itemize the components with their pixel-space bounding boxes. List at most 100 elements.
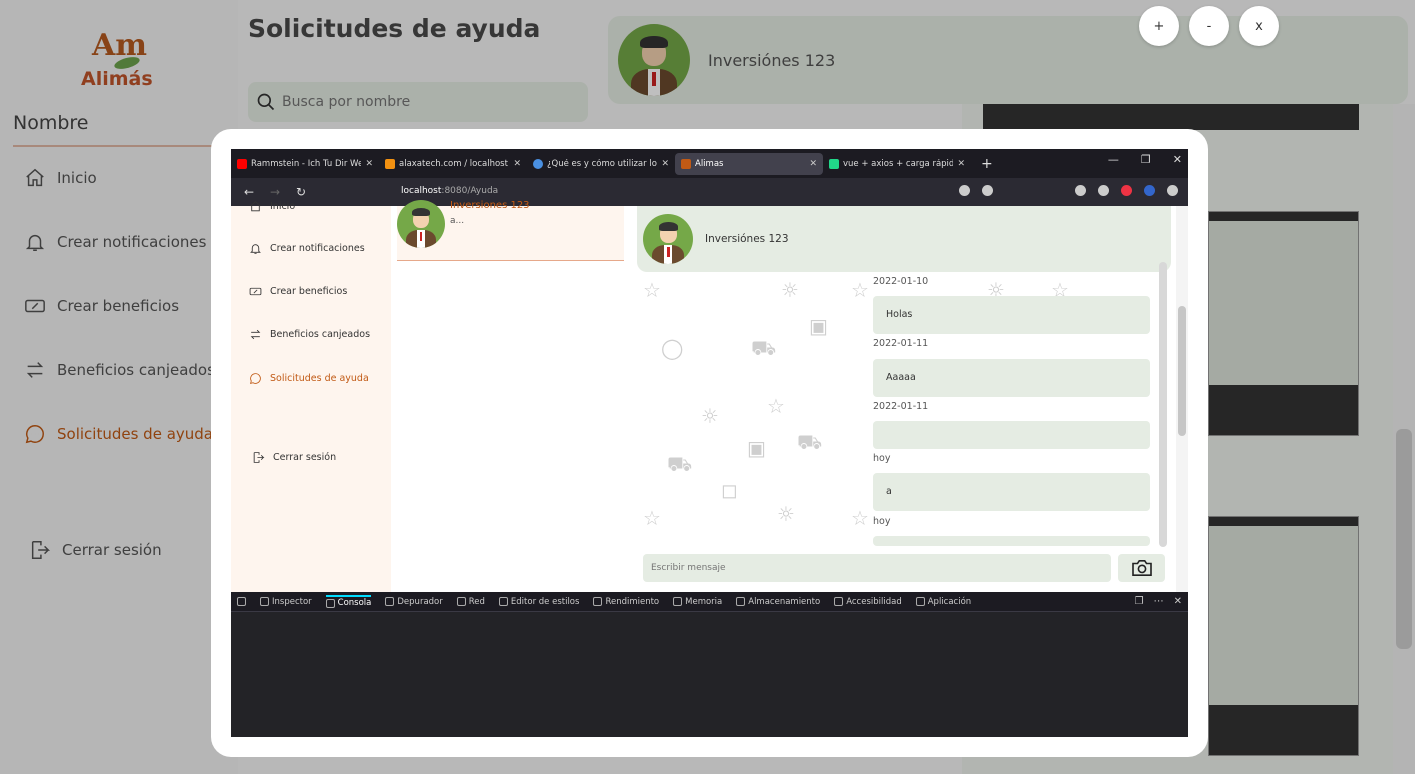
devtools-tab-accesibilidad[interactable]: Accesibilidad: [834, 597, 902, 607]
home-icon: [250, 201, 261, 212]
message-bubble: [873, 536, 1150, 546]
window-controls: — ❐ ✕: [1108, 153, 1182, 166]
debugger-icon: [385, 597, 395, 606]
translator-icon[interactable]: [1144, 185, 1155, 196]
zoom-out-button[interactable]: -: [1189, 6, 1229, 46]
close-icon[interactable]: ✕: [809, 159, 817, 169]
devtools-tab-consola[interactable]: Consola: [325, 595, 372, 608]
message-date: hoy: [873, 516, 891, 527]
devtools-tab-depurador[interactable]: Depurador: [385, 597, 443, 607]
phpmyadmin-icon: [385, 158, 395, 169]
more-icon[interactable]: ⋯: [1154, 596, 1164, 607]
address-bar[interactable]: localhost:8080/Ayuda: [401, 186, 498, 196]
devtools-tab-aplicacion[interactable]: Aplicación: [915, 597, 971, 607]
truck-icon: ⛟: [797, 430, 823, 454]
pycharm-icon: [829, 158, 839, 169]
devtools-tab-almacenamiento[interactable]: Almacenamiento: [736, 597, 820, 607]
message-date: hoy: [873, 453, 891, 464]
coupon-icon: [249, 287, 262, 296]
browser-tab[interactable]: alaxatech.com / localhost / ala✕: [379, 153, 527, 175]
inner-chat-area: ☆ ☼ ☆ ☼ ☆ ◯ ⛟ ▣ ☆ ☼ ▣ ⛟ ⛟ ◻ ☆ ☼ ☆ Invers…: [637, 206, 1171, 592]
avatar: [397, 200, 445, 248]
image-viewer-modal: Rammstein - Ich Tu Dir Weh (O✕ alaxatech…: [211, 129, 1208, 757]
inner-chat-contact-name: Inversiónes 123: [705, 233, 789, 245]
accessibility-icon: [834, 597, 844, 606]
camera-button[interactable]: [1118, 554, 1165, 582]
chat-bubble-icon: ◯: [661, 336, 684, 360]
new-tab-button[interactable]: +: [981, 156, 993, 172]
camera-icon: [1131, 559, 1152, 577]
pocket-icon[interactable]: [1075, 185, 1086, 196]
devtools-tab-inspector[interactable]: Inspector: [260, 597, 312, 607]
memory-icon: [673, 597, 683, 606]
cart-icon: ⛟: [751, 336, 777, 360]
gift-icon: ▣: [747, 436, 766, 460]
contact-preview: a...: [450, 216, 465, 226]
contact-name: Inversiones 123: [450, 200, 530, 211]
browser-tab-active[interactable]: Alimas ✕: [675, 152, 823, 175]
devtools-panel: Inspector Consola Depurador Red Editor d…: [231, 592, 1188, 737]
message-date: 2022-01-11: [873, 401, 929, 412]
network-icon: [456, 597, 466, 606]
contact-list-item[interactable]: Inversiones 123 a...: [397, 200, 624, 261]
close-devtools-icon[interactable]: ✕: [1174, 596, 1182, 607]
inspector-icon: [260, 597, 269, 606]
star-icon: ☆: [851, 278, 869, 302]
close-window-icon[interactable]: ✕: [1173, 153, 1182, 166]
back-icon[interactable]: ←: [241, 185, 257, 199]
devtools-tab-red[interactable]: Red: [456, 597, 485, 607]
close-icon[interactable]: ✕: [957, 159, 965, 169]
inner-page-scrollbar[interactable]: [1176, 206, 1188, 592]
gift-icon: ▣: [809, 314, 828, 338]
inner-nav-inicio[interactable]: Inicio: [249, 200, 295, 213]
inner-nav-crear-notificaciones[interactable]: Crear notificaciones: [249, 242, 365, 255]
forward-icon[interactable]: →: [267, 185, 283, 199]
inner-page: Inicio Crear notificaciones Crear benefi…: [231, 200, 1188, 592]
dock-icon[interactable]: ❐: [1135, 596, 1144, 607]
browser-tab[interactable]: vue + axios + carga rápida de in✕: [823, 153, 971, 175]
close-icon[interactable]: ✕: [661, 159, 669, 169]
reload-icon[interactable]: ↻: [293, 185, 309, 199]
bookmark-star-icon[interactable]: [982, 185, 993, 196]
message-bubble: a: [873, 473, 1150, 511]
lightbulb-icon: ☼: [781, 278, 799, 302]
message-bubble: Aaaaa: [873, 359, 1150, 397]
devtools-tab-rendimiento[interactable]: Rendimiento: [593, 597, 659, 607]
browser-tab-bar: Rammstein - Ich Tu Dir Weh (O✕ alaxatech…: [231, 149, 1188, 178]
translate-icon[interactable]: [959, 185, 970, 196]
inner-sidebar: Inicio Crear notificaciones Crear benefi…: [231, 201, 391, 592]
zoom-in-button[interactable]: +: [1139, 6, 1179, 46]
browser-nav-bar: ← → ↻ localhost:8080/Ayuda: [231, 178, 1188, 206]
browser-tab[interactable]: Rammstein - Ich Tu Dir Weh (O✕: [231, 153, 379, 175]
restore-icon[interactable]: ❐: [1141, 153, 1151, 166]
devtools-tab-memoria[interactable]: Memoria: [673, 597, 722, 607]
inner-logout[interactable]: Cerrar sesión: [252, 451, 336, 464]
close-icon[interactable]: ✕: [513, 159, 521, 169]
adblock-icon[interactable]: [1121, 185, 1132, 196]
star-icon: ☆: [767, 394, 785, 418]
close-button[interactable]: x: [1239, 6, 1279, 46]
inner-nav-crear-beneficios[interactable]: Crear beneficios: [249, 285, 347, 298]
message-input[interactable]: [643, 554, 1111, 582]
exchange-icon: [250, 329, 261, 340]
chat-scrollbar[interactable]: [1159, 262, 1167, 547]
inner-chat-header: Inversiónes 123: [637, 206, 1171, 272]
inner-nav-beneficios-canjeados[interactable]: Beneficios canjeados: [249, 328, 370, 341]
cursor-icon: [237, 597, 246, 606]
browser-tab[interactable]: ¿Qué es y cómo utilizar localSto✕: [527, 153, 675, 175]
devtools-window-controls: ❐ ⋯ ✕: [1135, 596, 1182, 607]
message-bubble: [873, 421, 1150, 449]
cart-icon: ⛟: [667, 452, 693, 476]
devtools-pick-element[interactable]: [237, 597, 246, 606]
menu-icon[interactable]: [1167, 185, 1178, 196]
devtools-tab-editor-estilos[interactable]: Editor de estilos: [498, 597, 579, 607]
star-icon: ☆: [643, 278, 661, 302]
bell-icon: [250, 244, 261, 254]
inner-nav-solicitudes-de-ayuda[interactable]: Solicitudes de ayuda: [249, 372, 369, 385]
lightbulb-icon: ☼: [701, 404, 719, 428]
minimize-icon[interactable]: —: [1108, 153, 1119, 166]
close-icon[interactable]: ✕: [365, 159, 373, 169]
star-icon: ☆: [643, 506, 661, 530]
extension-icon[interactable]: [1098, 185, 1109, 196]
chat-bubble-icon: ◻: [721, 478, 738, 502]
